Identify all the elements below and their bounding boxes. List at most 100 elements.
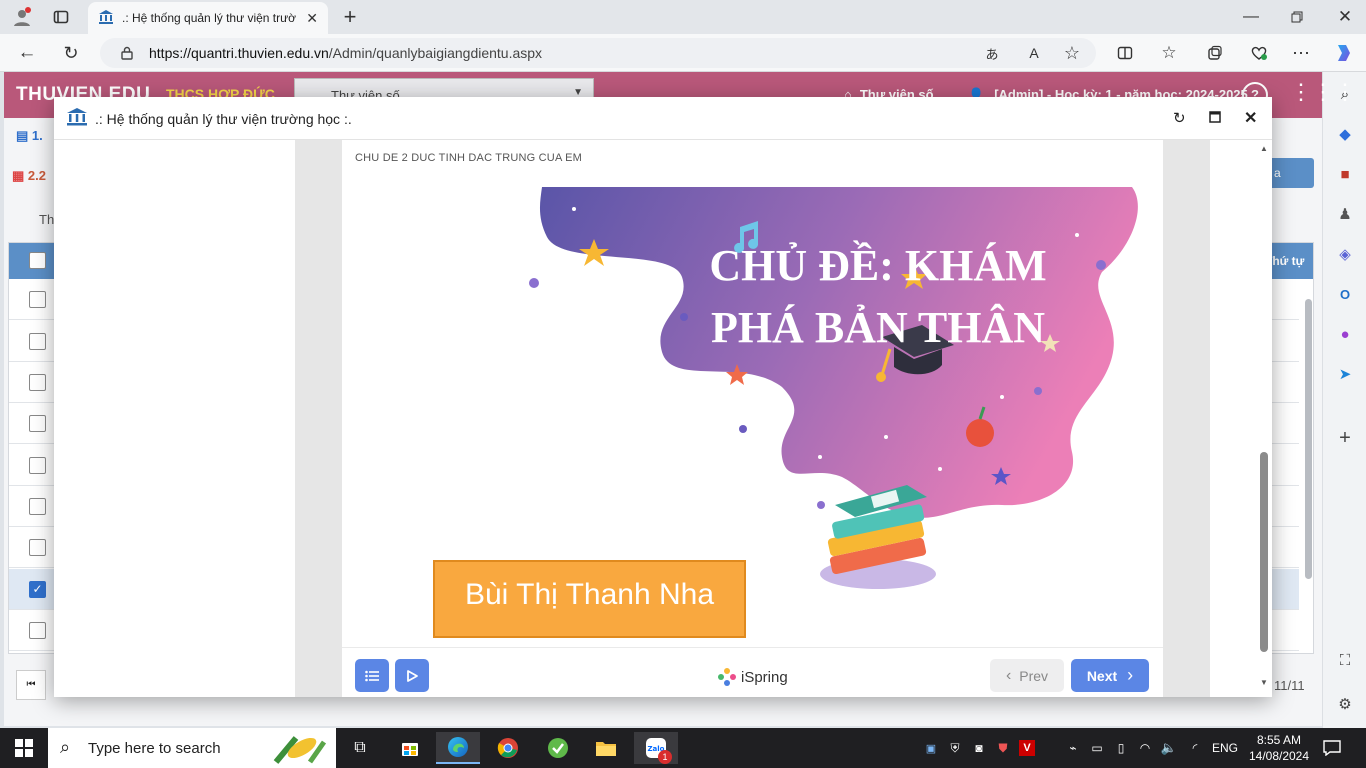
translate-icon[interactable]: あ [982, 43, 1002, 63]
new-tab-icon[interactable]: + [338, 4, 362, 29]
language-indicator[interactable]: ENG [1212, 741, 1238, 755]
zalo-icon[interactable]: Zalo 1 [634, 732, 678, 764]
ispring-logo-icon [718, 668, 736, 686]
row-checkbox-checked[interactable]: ✓ [29, 581, 46, 598]
tray-security-icon[interactable]: ⛊ [992, 732, 1014, 764]
clock-date: 14/08/2024 [1248, 749, 1310, 763]
lock-icon[interactable] [118, 44, 136, 62]
outline-button[interactable] [355, 659, 389, 692]
file-explorer-icon[interactable] [584, 732, 628, 764]
sidebar-screenshot-icon[interactable]: ⛶ [1335, 650, 1355, 670]
tray-network-icon[interactable]: ◜ [1184, 732, 1206, 764]
row-checkbox[interactable] [29, 498, 46, 515]
read-aloud-icon[interactable]: A [1024, 43, 1044, 63]
collections-icon[interactable] [1204, 42, 1226, 64]
sidebar-games-icon[interactable]: ♟ [1335, 204, 1355, 224]
green-app-icon[interactable] [536, 732, 580, 764]
browser-tab-bar: .: Hệ thống quản lý thư viện trườ ✕ + — … [0, 0, 1366, 34]
modal-refresh-icon[interactable]: ↻ [1173, 109, 1186, 127]
play-button[interactable] [395, 659, 429, 692]
tray-wifi-icon[interactable]: ◠ [1134, 732, 1156, 764]
tray-unikey-icon[interactable]: V [1016, 732, 1038, 764]
back-icon[interactable]: ← [16, 42, 38, 64]
lesson-title: CHU DE 2 DUC TINH DAC TRUNG CUA EM [355, 152, 583, 164]
tray-volume-icon[interactable]: 🔈 [1158, 732, 1180, 764]
select-all-checkbox[interactable] [29, 252, 46, 269]
tray-network-off-icon[interactable]: ⌁ [1062, 732, 1084, 764]
ispring-brand: iSpring [717, 667, 788, 687]
clock-time: 8:55 AM [1256, 733, 1302, 747]
clock[interactable]: 8:55 AM 14/08/2024 [1244, 732, 1314, 764]
prev-button[interactable]: ‹ Prev [990, 659, 1064, 692]
store-icon[interactable] [388, 732, 432, 764]
sidebar-tools-icon[interactable]: ■ [1335, 164, 1355, 184]
more-menu-icon[interactable]: ⋯ [1290, 42, 1312, 64]
breadcrumb-2: ▦ 2.2 [12, 168, 46, 183]
restore-icon[interactable] [1286, 6, 1308, 28]
minimize-icon[interactable]: — [1240, 6, 1262, 28]
corn-highlight-icon [270, 732, 327, 764]
task-view-icon[interactable]: ⧉ [338, 732, 382, 764]
modal-scrollbar[interactable]: ▲ ▼ [1257, 140, 1272, 697]
sidebar-copilot-icon[interactable]: ◈ [1335, 244, 1355, 264]
first-page-button[interactable]: ⏮ [16, 670, 46, 700]
scroll-down-icon[interactable]: ▼ [1260, 678, 1268, 687]
address-bar[interactable]: https://quantri.thuvien.edu.vn/Admin/qua… [100, 38, 1096, 68]
tab-close-icon[interactable]: ✕ [306, 10, 318, 27]
row-checkbox[interactable] [29, 539, 46, 556]
tray-app-icon[interactable]: ◙ [968, 732, 990, 764]
edge-taskbar-icon[interactable] [436, 732, 480, 764]
scroll-up-icon[interactable]: ▲ [1260, 144, 1268, 153]
start-button[interactable] [2, 732, 46, 764]
edge-sidebar: ⌕ ◆ ■ ♟ ◈ O ● ➤ + ⛶ ⚙ [1322, 72, 1366, 728]
row-checkbox[interactable] [29, 333, 46, 350]
author-name-box: Bùi Thị Thanh Nha [433, 560, 746, 638]
sidebar-settings-icon[interactable]: ⚙ [1335, 694, 1355, 714]
notification-badge: 1 [658, 750, 672, 764]
row-checkbox[interactable] [29, 622, 46, 639]
browser-essentials-icon[interactable] [1248, 42, 1270, 64]
browser-tab[interactable]: .: Hệ thống quản lý thư viện trườ ✕ [88, 2, 328, 34]
slide-title: CHỦ ĐỀ: KHÁM PHÁ BẢN THÂN [709, 241, 1047, 352]
window-close-icon[interactable]: ✕ [1334, 6, 1356, 28]
copilot-icon[interactable] [1332, 41, 1356, 65]
tray-shield-icon[interactable]: ⛨ [944, 732, 966, 764]
tray-battery-icon[interactable]: ▯ [1110, 732, 1132, 764]
favorite-star-icon[interactable]: ☆ [1062, 43, 1082, 63]
search-icon: ⌕ [60, 737, 71, 757]
split-screen-icon[interactable] [1114, 42, 1136, 64]
scroll-thumb[interactable] [1260, 452, 1268, 652]
presentation-slide[interactable]: CHỦ ĐỀ: KHÁM PHÁ BẢN THÂN Bùi Thị Thanh … [342, 187, 1163, 647]
row-checkbox[interactable] [29, 374, 46, 391]
favorites-icon[interactable]: ☆ [1158, 42, 1180, 64]
next-button[interactable]: Next › [1071, 659, 1149, 692]
modal-maximize-icon[interactable] [1209, 111, 1221, 126]
chrome-icon[interactable] [486, 732, 530, 764]
filter-label: Th [39, 212, 55, 227]
profile-icon[interactable] [10, 6, 34, 28]
refresh-icon[interactable]: ↻ [60, 42, 82, 64]
sidebar-send-icon[interactable]: ➤ [1335, 364, 1355, 384]
modal-close-icon[interactable]: ✕ [1244, 108, 1257, 128]
breadcrumb-1: ▤ 1. [16, 128, 43, 143]
ispring-label: iSpring [741, 668, 788, 686]
row-checkbox[interactable] [29, 415, 46, 432]
sidebar-shopping-icon[interactable]: ◆ [1335, 124, 1355, 144]
sidebar-designer-icon[interactable]: ● [1335, 324, 1355, 344]
tab-actions-icon[interactable] [50, 6, 72, 28]
modal-title: .: Hệ thống quản lý thư viện trường học … [95, 111, 352, 127]
grid-scrollbar[interactable] [1305, 299, 1312, 579]
sidebar-outlook-icon[interactable]: O [1335, 284, 1355, 304]
notification-center-icon[interactable] [1320, 732, 1344, 764]
apps-grid-icon[interactable]: ⋮⋮⋮ [1290, 81, 1356, 103]
tray-display-icon[interactable]: ▭ [1086, 732, 1108, 764]
taskbar-search[interactable]: ⌕ Type here to search [48, 728, 336, 768]
tab-title: .: Hệ thống quản lý thư viện trườ [122, 11, 297, 25]
pager-info: 11/11 [1274, 678, 1305, 693]
modal-title-bar: .: Hệ thống quản lý thư viện trường học … [54, 97, 1272, 140]
sidebar-add-icon[interactable]: + [1335, 427, 1355, 449]
row-checkbox[interactable] [29, 291, 46, 308]
tray-zalo-icon[interactable]: ▣ [920, 732, 942, 764]
row-checkbox[interactable] [29, 457, 46, 474]
top-action-button[interactable]: a [1268, 158, 1314, 188]
